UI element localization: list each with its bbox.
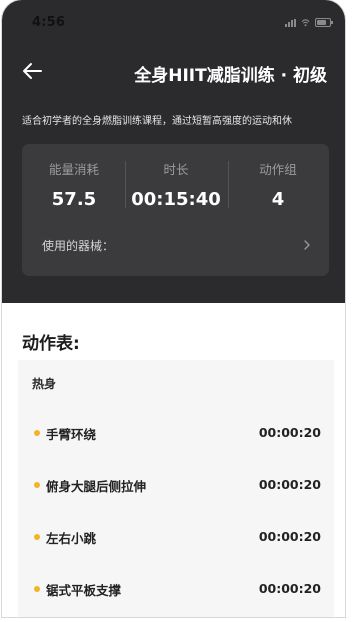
status-bar: 4:56 [2, 0, 345, 34]
wifi-icon [301, 19, 310, 27]
exercise-name: 俯身大腿后侧拉伸 [46, 479, 147, 494]
exercise-list: 热身 手臂环绕 00:00:20 俯身大腿后侧拉伸 00:00:20 左右小跳 … [18, 360, 334, 617]
stats-card: 能量消耗 57.5 时长 00:15:40 动作组 4 使用的器械： [22, 144, 329, 276]
stat-value: 00:15:40 [131, 189, 221, 210]
bullet-dot [34, 430, 40, 436]
stat-duration: 时长 00:15:40 [125, 162, 227, 210]
stat-sets: 动作组 4 [227, 162, 329, 210]
stat-value: 57.5 [51, 189, 97, 210]
exercise-row[interactable]: 锯式平板支撑 00:00:20 [18, 568, 334, 608]
page-title: 全身HIIT减脂训练 · 初级 [134, 66, 327, 86]
stat-label: 能量消耗 [48, 162, 99, 177]
exercise-name: 左右小跳 [46, 531, 97, 546]
signal-icon [285, 18, 296, 27]
bullet-dot [34, 482, 40, 488]
chevron-right-icon [304, 240, 310, 250]
group-title-warmup: 热身 [32, 377, 57, 391]
exercise-row[interactable]: 左右小跳 00:00:20 [18, 516, 334, 556]
exercise-duration: 00:00:20 [258, 529, 321, 544]
equipment-row[interactable]: 使用的器械： [22, 232, 329, 258]
stat-label: 时长 [163, 162, 189, 177]
exercise-row[interactable]: 手臂环绕 00:00:20 [18, 412, 334, 452]
exercise-row[interactable]: 俯身大腿后侧拉伸 00:00:20 [18, 464, 334, 504]
arrow-left-icon[interactable] [20, 58, 46, 84]
exercise-table-title: 动作表: [22, 334, 80, 354]
equipment-label: 使用的器械： [42, 239, 115, 253]
exercise-duration: 00:00:20 [258, 425, 321, 440]
exercise-duration: 00:00:20 [258, 477, 321, 492]
course-description: 适合初学者的全身燃脂训练课程，通过短暂高强度的运动和休 [22, 116, 292, 127]
bullet-dot [34, 534, 40, 540]
header-section: 4:56 全身HIIT减脂训练 · 初级 适合初学者的全身燃脂训练课程，通过短暂… [2, 0, 345, 303]
stat-energy: 能量消耗 57.5 [23, 162, 125, 210]
bullet-dot [34, 586, 40, 592]
stat-value: 4 [271, 189, 285, 210]
stat-label: 动作组 [259, 162, 297, 177]
exercise-duration: 00:00:20 [258, 581, 321, 596]
phone-screen: 4:56 全身HIIT减脂训练 · 初级 适合初学者的全身燃脂训练课程，通过短暂… [2, 0, 345, 617]
exercise-name: 锯式平板支撑 [46, 583, 122, 598]
battery-icon [315, 18, 333, 27]
exercise-name: 手臂环绕 [46, 427, 97, 442]
status-icons [285, 18, 333, 27]
status-time: 4:56 [32, 15, 66, 30]
